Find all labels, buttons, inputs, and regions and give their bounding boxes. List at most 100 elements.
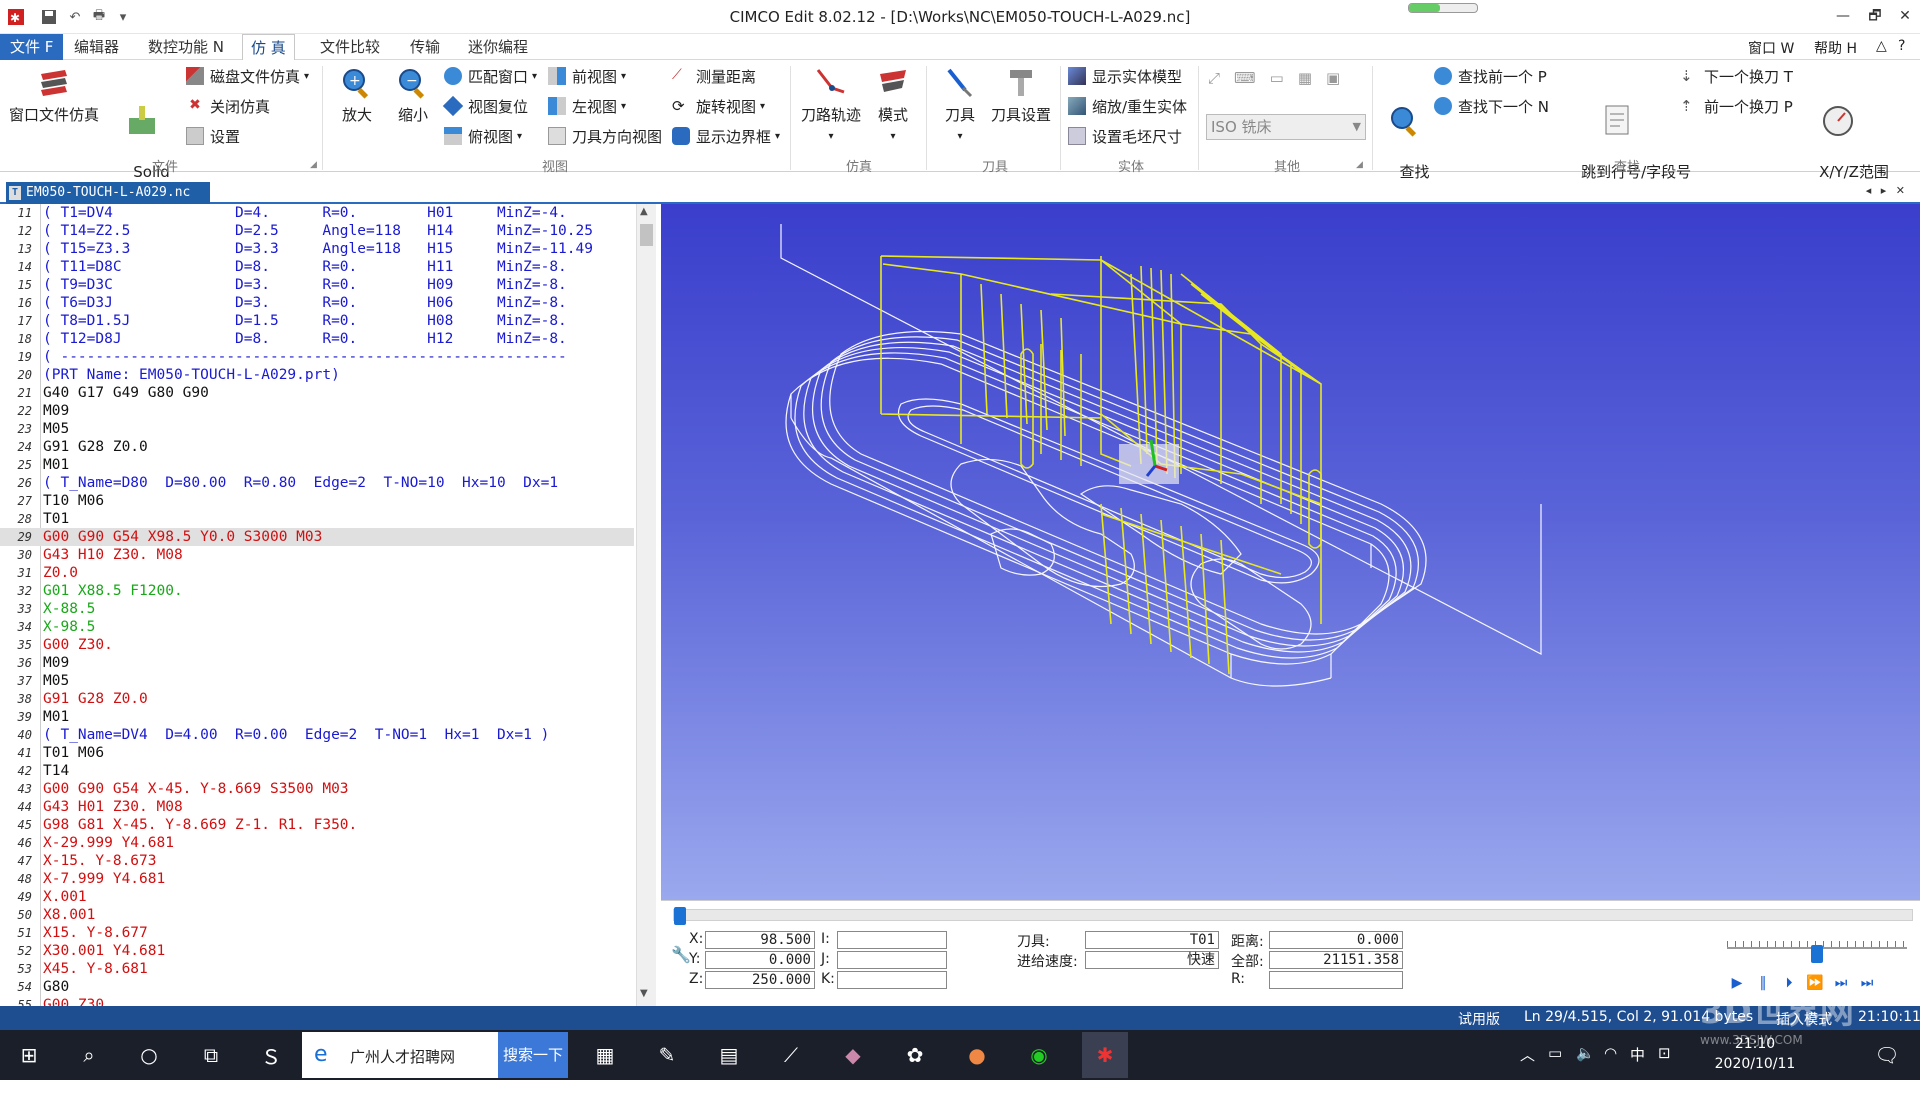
simulation-viewport[interactable] [661, 204, 1920, 900]
settings-button[interactable]: 设置 [186, 124, 240, 148]
top-view-button[interactable]: 俯视图 ▾ [444, 124, 522, 148]
code-line[interactable]: 41 T01 M06 [0, 744, 634, 762]
tool-button[interactable]: 刀具 ▾ [932, 66, 988, 146]
code-line[interactable]: 17 ( T8=D1.5J D=1.5 R=0. H08 MinZ=-8. [0, 312, 634, 330]
code-line[interactable]: 33 X-88.5 [0, 600, 634, 618]
network-icon[interactable]: ◠ [1604, 1044, 1617, 1062]
front-view-button[interactable]: 前视图 ▾ [548, 64, 626, 88]
code-line[interactable]: 46 X-29.999 Y4.681 [0, 834, 634, 852]
close-sim-button[interactable]: ✖ 关闭仿真 [186, 94, 270, 118]
code-line[interactable]: 42 T14 [0, 762, 634, 780]
scroll-thumb[interactable] [640, 224, 653, 246]
menu-window[interactable]: 窗口 W [1748, 38, 1794, 58]
find-next-button[interactable]: 查找下一个 N [1434, 94, 1549, 118]
code-line[interactable]: 45 G98 G81 X-45. Y-8.669 Z-1. R1. F350. [0, 816, 634, 834]
toolpath-button[interactable]: 刀路轨迹 ▾ [796, 66, 866, 146]
windows-start-icon[interactable]: ⊞ [14, 1040, 44, 1070]
app-s-icon[interactable]: Ｓ [256, 1040, 286, 1070]
code-line[interactable]: 21 G40 G17 G49 G80 G90 [0, 384, 634, 402]
code-line[interactable]: 51 X15. Y-8.677 [0, 924, 634, 942]
help-icon[interactable]: ? [1898, 38, 1905, 54]
zoom-regen-button[interactable]: 缩放/重生实体 [1068, 94, 1187, 118]
code-line[interactable]: 15 ( T9=D3C D=3. R=0. H09 MinZ=-8. [0, 276, 634, 294]
search-button[interactable]: 搜索一下 [498, 1032, 568, 1078]
tool-setup-button[interactable]: 刀具设置 [988, 66, 1054, 125]
mode-button[interactable]: 模式 ▾ [868, 66, 918, 146]
code-line[interactable]: 27 T10 M06 [0, 492, 634, 510]
scroll-down-icon[interactable]: ▼ [640, 988, 648, 999]
code-line[interactable]: 28 T01 [0, 510, 634, 528]
sim-timeline[interactable] [673, 907, 1913, 925]
code-line[interactable]: 34 X-98.5 [0, 618, 634, 636]
tool-direction-view-button[interactable]: 刀具方向视图 [548, 124, 662, 148]
code-line[interactable]: 47 X-15. Y-8.673 [0, 852, 634, 870]
code-line[interactable]: 54 G80 [0, 978, 634, 996]
code-line[interactable]: 50 X8.001 [0, 906, 634, 924]
code-line[interactable]: 18 ( T12=D8J D=8. R=0. H12 MinZ=-8. [0, 330, 634, 348]
code-line[interactable]: 11 ( T1=DV4 D=4. R=0. H01 MinZ=-4. [0, 204, 634, 222]
code-line[interactable]: 35 G00 Z30. [0, 636, 634, 654]
doc-tab-nav[interactable]: ◂ ▸ ✕ [1866, 184, 1908, 197]
code-line[interactable]: 55 G00 Z30. [0, 996, 634, 1006]
editor-scrollbar[interactable]: ▲ ▼ [636, 204, 656, 1006]
code-line[interactable]: 52 X30.001 Y4.681 [0, 942, 634, 960]
show-solid-button[interactable]: 显示实体模型 [1068, 64, 1182, 88]
restore-button[interactable]: 🗗 [1862, 4, 1888, 28]
code-line[interactable]: 53 X45. Y-8.681 [0, 960, 634, 978]
tab-mini-program[interactable]: 迷你编程 [460, 34, 536, 60]
show-bounds-button[interactable]: 显示边界框 ▾ [672, 124, 780, 148]
find-previous-button[interactable]: 查找前一个 P [1434, 64, 1547, 88]
tray-up-icon[interactable]: ︿ [1520, 1044, 1535, 1065]
code-line[interactable]: 22 M09 [0, 402, 634, 420]
minimize-button[interactable]: — [1830, 4, 1856, 28]
code-line[interactable]: 31 Z0.0 [0, 564, 634, 582]
zoom-in-button[interactable]: + 放大 [332, 66, 382, 125]
color-icon[interactable]: ● [962, 1040, 992, 1070]
measure-distance-button[interactable]: ⟋ 测量距离 [672, 64, 756, 88]
stock-size-button[interactable]: 设置毛坯尺寸 [1068, 124, 1182, 148]
code-line[interactable]: 32 G01 X88.5 F1200. [0, 582, 634, 600]
battery-icon[interactable]: ▭ [1548, 1044, 1562, 1062]
code-line[interactable]: 30 G43 H10 Z30. M08 [0, 546, 634, 564]
keyboard-icon[interactable]: ⌨ [1234, 69, 1256, 87]
tab-file-compare[interactable]: 文件比较 [312, 34, 388, 60]
grid-icon[interactable]: ▦ [1298, 69, 1312, 87]
view-reset-button[interactable]: 视图复位 [442, 94, 528, 118]
disk-file-sim-button[interactable]: 磁盘文件仿真 ▾ [186, 64, 309, 88]
code-line[interactable]: 39 M01 [0, 708, 634, 726]
code-line[interactable]: 12 ( T14=Z2.5 D=2.5 Angle=118 H14 MinZ=-1… [0, 222, 634, 240]
expand-icon[interactable]: ⤢ [1208, 69, 1220, 87]
code-line[interactable]: 26 ( T_Name=D80 D=80.00 R=0.80 Edge=2 T-N… [0, 474, 634, 492]
prev-tool-change-button[interactable]: ⇡ 前一个换刀 P [1680, 94, 1793, 118]
window-file-sim-button[interactable]: 窗口文件仿真 [6, 66, 102, 125]
code-line[interactable]: 14 ( T11=D8C D=8. R=0. H11 MinZ=-8. [0, 258, 634, 276]
code-line[interactable]: 48 X-7.999 Y4.681 [0, 870, 634, 888]
cloud-icon[interactable]: ✿ [900, 1040, 930, 1070]
machine-icon[interactable]: ▣ [1326, 69, 1340, 87]
code-line[interactable]: 25 M01 [0, 456, 634, 474]
close-button[interactable]: ✕ [1892, 4, 1918, 28]
calc2-icon[interactable]: ▤ [714, 1040, 744, 1070]
group-launcher-icon[interactable]: ◢ [310, 160, 317, 170]
code-line[interactable]: 43 G00 G90 G54 X-45. Y-8.669 S3500 M03 [0, 780, 634, 798]
browser-search-box[interactable]: e 广州人才招聘网 搜索一下 [302, 1032, 568, 1078]
tab-editor[interactable]: 编辑器 [66, 34, 127, 60]
tab-file[interactable]: 文件 F [0, 34, 64, 60]
search-icon[interactable]: ⌕ [74, 1040, 104, 1070]
volume-icon[interactable]: 🔈 [1576, 1044, 1595, 1062]
ribbon-collapse-icon[interactable]: △ [1876, 38, 1887, 54]
task-view-icon[interactable]: ⧉ [196, 1040, 226, 1070]
rotate-view-button[interactable]: ⟳ 旋转视图 ▾ [672, 94, 765, 118]
code-line[interactable]: 20 (PRT Name: EM050-TOUCH-L-A029.prt) [0, 366, 634, 384]
cube-icon[interactable]: ◆ [838, 1040, 868, 1070]
zoom-out-button[interactable]: − 缩小 [388, 66, 438, 125]
scroll-up-icon[interactable]: ▲ [640, 206, 648, 217]
code-line[interactable]: 29 G00 G90 G54 X98.5 Y0.0 S3000 M03 [0, 528, 634, 546]
ime-mode-icon[interactable]: ⊡ [1658, 1044, 1671, 1062]
code-editor[interactable]: 11 ( T1=DV4 D=4. R=0. H01 MinZ=-4. 12 ( T14… [0, 204, 658, 1006]
cimco-task-icon[interactable]: ✱ [1082, 1032, 1128, 1078]
sim-speed-slider[interactable] [1727, 941, 1907, 963]
code-line[interactable]: 16 ( T6=D3J D=3. R=0. H06 MinZ=-8. [0, 294, 634, 312]
tab-transfer[interactable]: 传输 [402, 34, 448, 60]
cad-icon[interactable]: ⟋ [776, 1040, 806, 1070]
